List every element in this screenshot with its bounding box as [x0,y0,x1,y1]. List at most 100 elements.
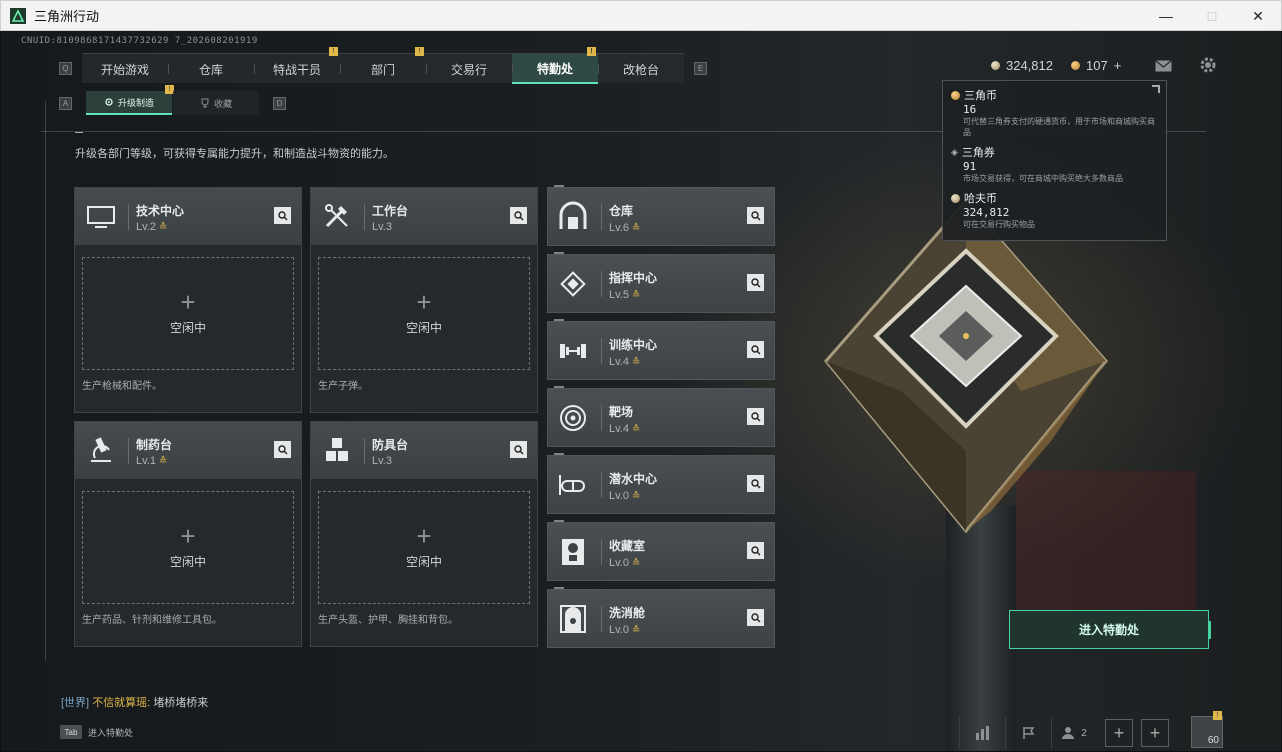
facility-decontamination[interactable]: 洗消舱 Lv.0 ≙ [547,587,775,648]
tab-start-game[interactable]: 开始游戏 [82,54,168,84]
add-slot-icon: + [416,287,432,317]
currency-desc: 可在交易行购买物品 [963,220,1035,229]
mail-icon[interactable] [1155,60,1172,72]
tab-special-ops[interactable]: 特勤处! [512,47,598,84]
facility-collection-room[interactable]: 收藏室 Lv.0 ≙ [547,520,775,581]
subtab-collection[interactable]: 收藏 [173,91,259,115]
search-button[interactable] [747,207,764,224]
facility-shooting-range[interactable]: 靶场 Lv.4 ≙ [547,386,775,447]
upgrade-arrow-icon: ≙ [631,491,641,502]
tab-label: 交易行 [450,62,487,77]
close-button[interactable]: ✕ [1235,1,1281,31]
tab-gunsmith[interactable]: 改枪台 [598,54,684,84]
facility-command-center[interactable]: 指挥中心 Lv.5 ≙ [547,252,775,313]
add-button[interactable]: + [1105,719,1133,747]
subnav-next-key[interactable]: D [273,96,286,110]
tab-operators[interactable]: 特战干员! [254,47,340,84]
facility-name: 洗消舱 [609,606,646,620]
window-title: 三角洲行动 [34,9,100,24]
production-slot[interactable]: + 空闲中 [318,257,530,370]
search-button[interactable] [274,441,291,458]
production-slot[interactable]: + 空闲中 [82,491,294,604]
divider [128,204,129,230]
minimize-button[interactable]: — [1143,1,1189,31]
level-text: Lv.2 [136,221,156,233]
search-button[interactable] [747,274,764,291]
friends-icon [1062,727,1075,739]
search-button[interactable] [747,542,764,559]
currency-value: 324,812 [963,206,1010,219]
add-friend-button[interactable]: + [1141,719,1169,747]
player-avatar[interactable]: ! 60 [1191,711,1223,748]
subnav-prev-key[interactable]: A [59,96,72,110]
level-text: Lv.4 [609,423,629,435]
card-header: 防具台 Lv.3 [311,422,537,479]
facility-name: 潜水中心 [609,472,658,486]
workbench-card-tech-center[interactable]: 技术中心 Lv.2 ≙ + 空闲中 生产枪械和配件。 [74,187,302,413]
triangle-coin-amount: 107 [1086,58,1108,73]
search-icon [513,210,523,220]
search-icon [750,344,760,354]
divider [601,271,602,297]
slot-status: 空闲中 [169,321,206,335]
level-text: Lv.0 [609,557,629,569]
search-icon [750,411,760,421]
search-icon [277,444,287,454]
search-button[interactable] [747,408,764,425]
tooltip-item-name: ◈ 三角券 [951,144,1158,160]
facility-name: 收藏室 [609,539,646,553]
currency-value: 91 [963,160,977,173]
tooltip-item-name: 三角币 [951,87,1158,103]
production-slot[interactable]: + 空闲中 [318,491,530,604]
workbench-card-pharmacy[interactable]: 制药台 Lv.1 ≙ + 空闲中 生产药品、针剂和维修工具包。 [74,421,302,647]
workbench-name: 防具台 [372,438,409,452]
facility-training-center[interactable]: 训练中心 Lv.4 ≙ [547,319,775,380]
tab-department[interactable]: 部门! [340,47,426,84]
subtab-upgrade[interactable]: 升级制造 ! [86,85,174,115]
currency-tooltip: 三角币 16 可代替三角券支付的硬通货币，用于市场和商城购买商品 ◈ 三角券 91… [942,80,1167,241]
search-button[interactable] [274,207,291,224]
chat-line[interactable]: [世界] 不信就算瑶: 堵桥堵桥来 [61,694,208,710]
triangle-coin-icon [1071,61,1080,70]
currency-display[interactable]: 324,812 107 + [991,58,1121,73]
upgrade-arrow-icon: ≙ [158,456,168,467]
maximize-button[interactable]: □ [1189,1,1235,31]
search-button[interactable] [747,475,764,492]
workbench-card-workbench[interactable]: 工作台 Lv.3 + 空闲中 生产子弹。 [310,187,538,413]
nav-next-key[interactable]: E [694,61,707,75]
flag-button[interactable] [1005,717,1051,749]
microscope-icon [91,437,111,462]
facility-diving-center[interactable]: 潜水中心 Lv.0 ≙ [547,453,775,514]
facility-name: 仓库 [609,204,634,218]
search-button[interactable] [747,609,764,626]
search-button[interactable] [510,441,527,458]
workbench-level: Lv.1 ≙ [136,455,167,467]
production-slot[interactable]: + 空闲中 [82,257,294,370]
facility-level: Lv.4 ≙ [609,423,640,435]
cubes-icon [326,438,348,461]
nav-prev-key[interactable]: Q [59,61,72,75]
search-button[interactable] [747,341,764,358]
intro-line [75,132,83,133]
subtab-label: 升级制造 [117,97,154,108]
slot-status: 空闲中 [169,555,206,569]
workbench-card-armor[interactable]: 防具台 Lv.3 + 空闲中 生产头盔、护甲、胸挂和背包。 [310,421,538,647]
level-text: Lv.1 [136,455,156,467]
stats-button[interactable] [959,717,1005,749]
notification-badge: ! [587,47,596,56]
tab-label: 特勤处 [536,61,573,76]
notification-badge: ! [1213,711,1222,720]
enter-special-ops-button[interactable]: 进入特勤处 [1009,610,1211,649]
facility-warehouse[interactable]: 仓库 Lv.6 ≙ [547,185,775,246]
tab-warehouse[interactable]: 仓库 [168,54,254,84]
search-button[interactable] [510,207,527,224]
upgrade-arrow-icon: ≙ [631,558,641,569]
add-currency-button[interactable]: + [1114,58,1122,73]
divider [364,204,365,230]
search-icon [750,612,760,622]
friends-button[interactable]: 2 [1051,717,1097,749]
tab-shortcut-hint[interactable]: Tab 进入特勤处 [60,720,133,744]
tooltip-item-triangle-coin: 三角币 16 可代替三角券支付的硬通货币，用于市场和商城购买商品 [951,87,1158,138]
tab-trading[interactable]: 交易行 [426,54,512,84]
settings-gear-icon[interactable] [1199,56,1217,74]
